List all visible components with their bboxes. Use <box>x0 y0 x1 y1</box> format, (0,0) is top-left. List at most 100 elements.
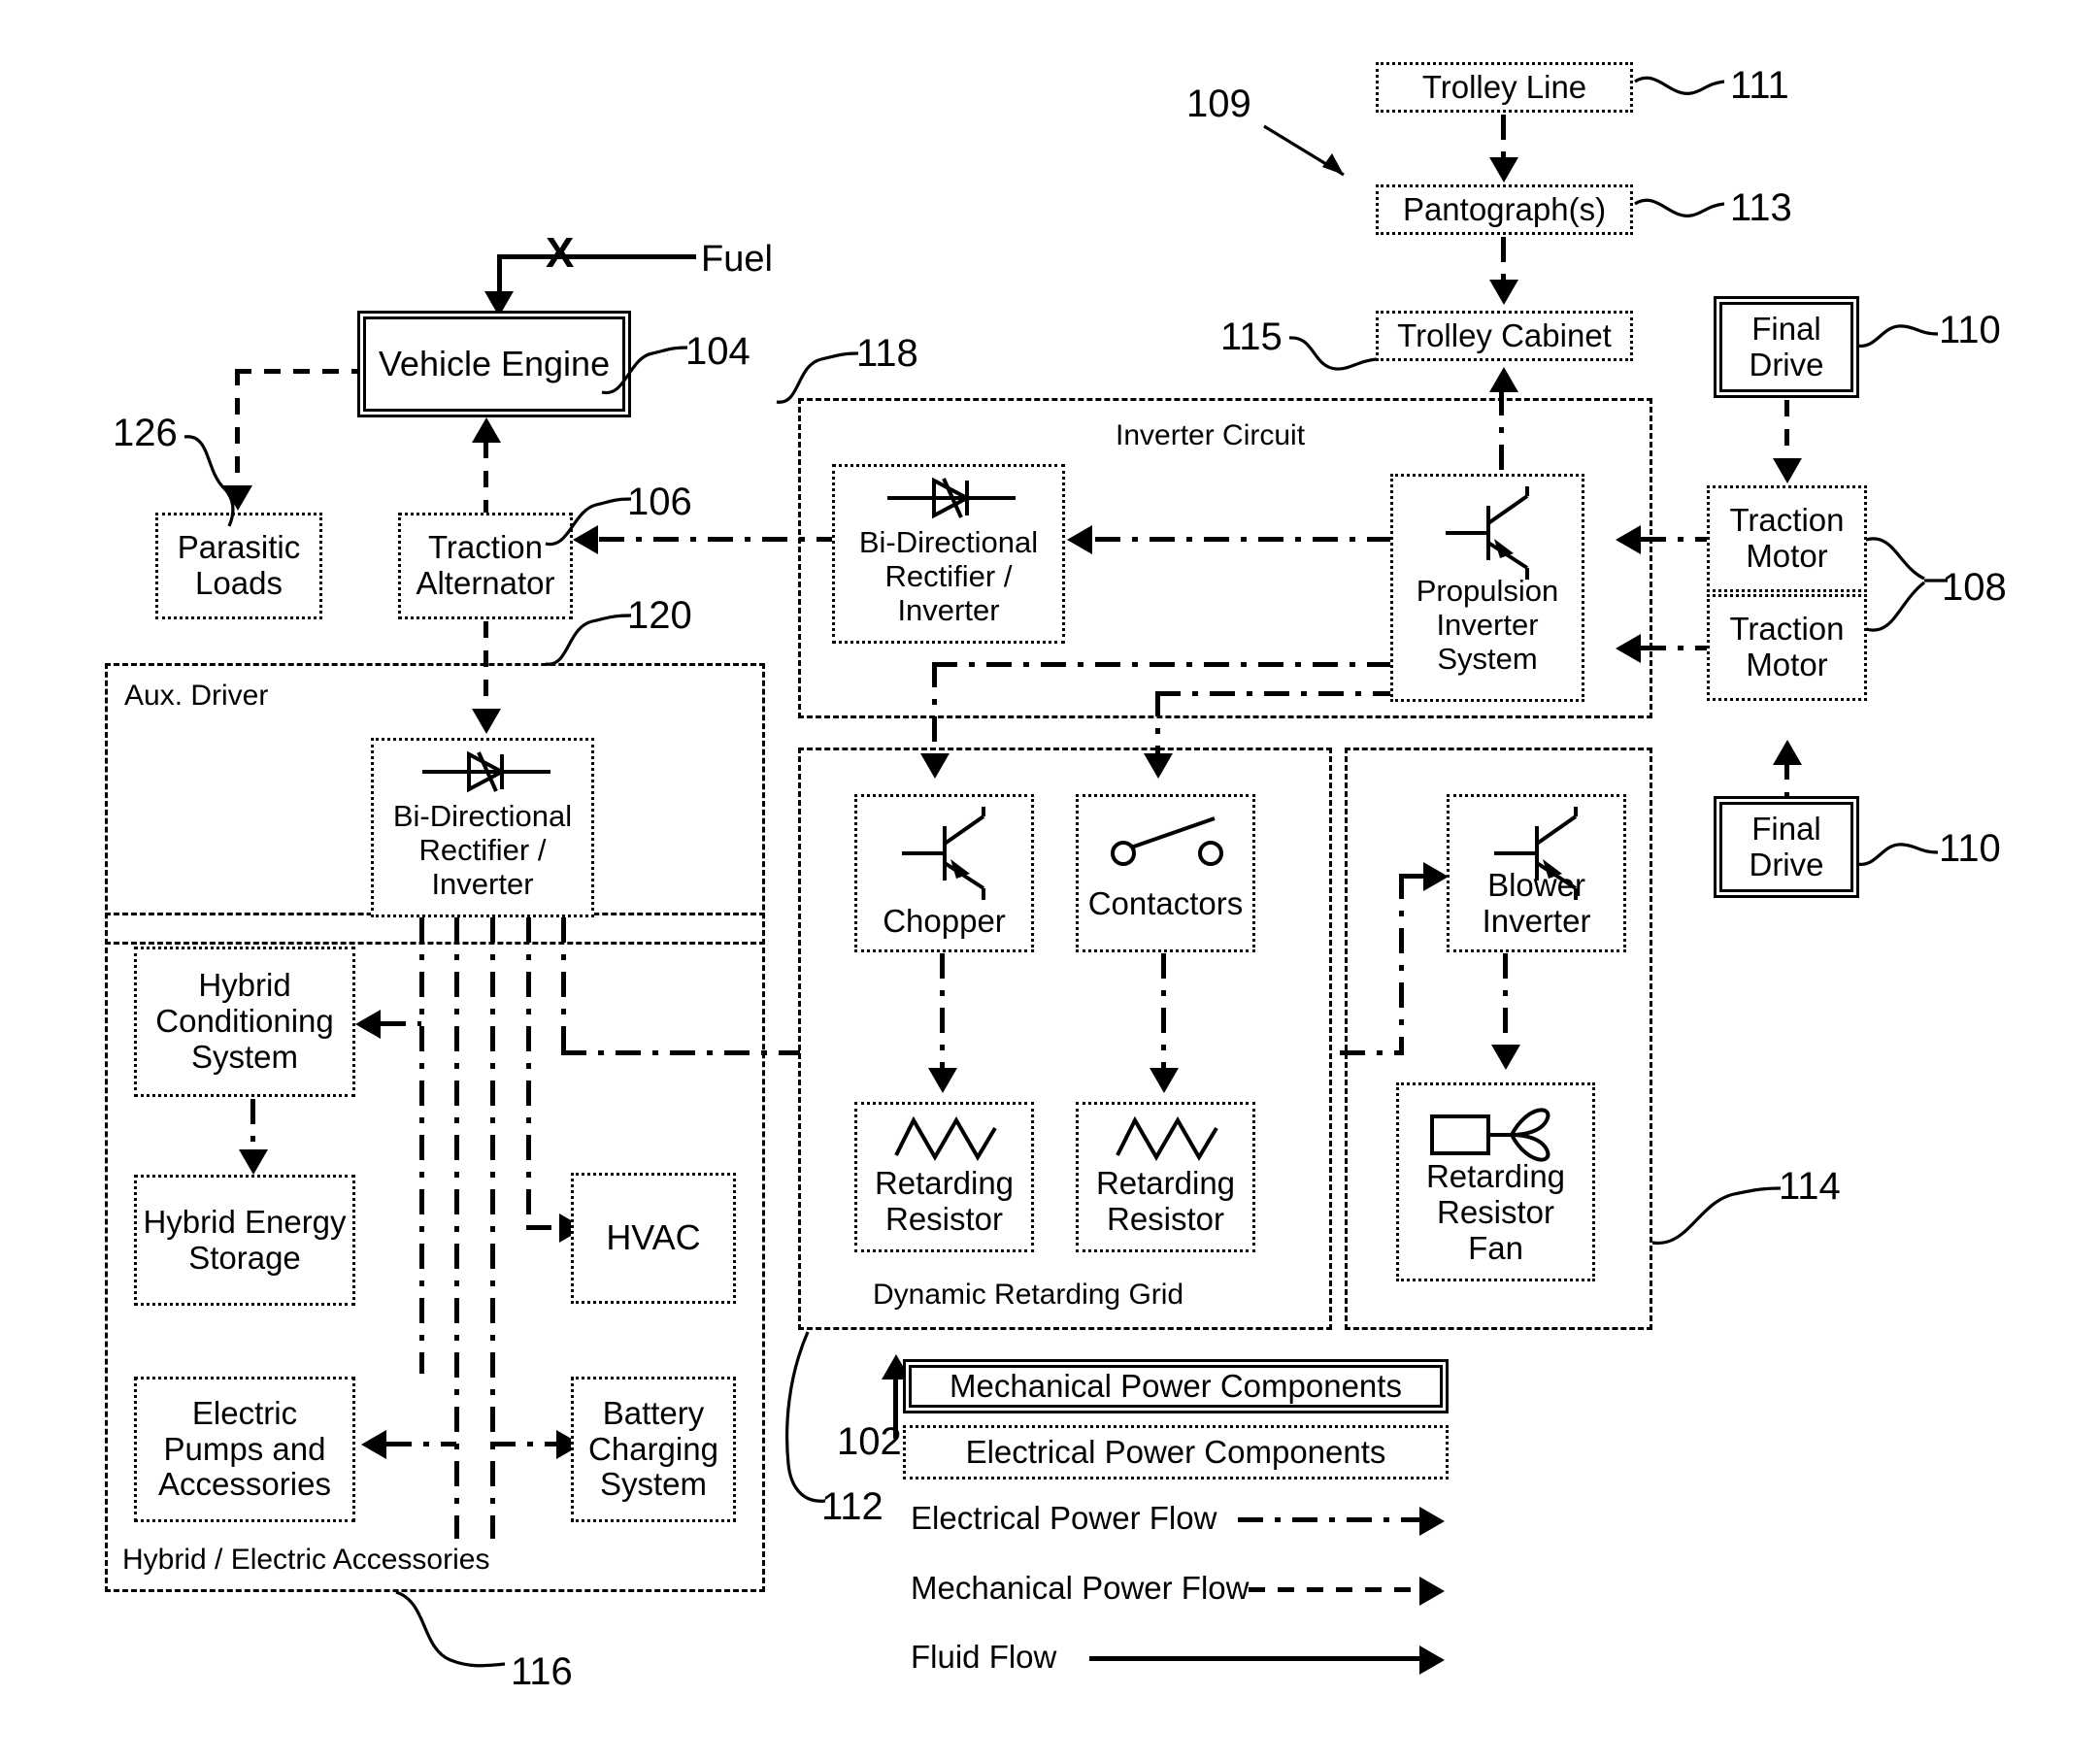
region-aux-driver-label: Aux. Driver <box>118 680 275 713</box>
transistor-icon <box>902 807 985 900</box>
arrow-propulsion-to-bidir <box>1067 525 1092 554</box>
block-trolley-cabinet[interactable]: Trolley Cabinet <box>1376 311 1633 361</box>
ref-120: 120 <box>627 594 692 637</box>
block-electric-pumps-accessories[interactable]: Electric Pumps and Accessories <box>134 1377 355 1522</box>
legend-electrical-components-label: Electrical Power Components <box>965 1434 1386 1470</box>
block-contactors[interactable]: Contactors <box>1076 794 1255 952</box>
region-hybrid-electric-accessories-label: Hybrid / Electric Accessories <box>117 1544 496 1577</box>
arrow-feed-contactors <box>1144 753 1173 779</box>
figure-canvas: Inverter Circuit Aux. Driver Hybrid / El… <box>0 0 2100 1762</box>
feed-blower-v <box>1399 874 1404 1053</box>
diode-bidirectional-icon <box>887 477 1016 519</box>
transistor-icon <box>1446 486 1529 580</box>
flow-blower-to-fan <box>1503 953 1508 1050</box>
legend-electrical-flow-label: Electrical Power Flow <box>911 1500 1217 1536</box>
leader-108 <box>1865 537 1948 632</box>
leader-109 <box>1263 124 1345 177</box>
block-vehicle-engine-label: Vehicle Engine <box>378 343 611 383</box>
block-blower-inverter[interactable]: Blower Inverter <box>1447 794 1626 952</box>
ref-109: 109 <box>1186 83 1251 125</box>
block-propulsion-inverter-system[interactable]: Propulsion Inverter System <box>1390 474 1584 702</box>
block-bidirectional-rectifier-inverter-main[interactable]: Bi-Directional Rectifier / Inverter <box>832 464 1065 644</box>
block-final-drive-top-label: Final <box>1751 310 1821 347</box>
leader-120 <box>545 614 632 666</box>
legend-fluid-flow-label: Fluid Flow <box>911 1639 1057 1675</box>
flow-conditioning-to-storage <box>250 1099 255 1157</box>
block-retarding-resistor-fan[interactable]: Retarding Resistor Fan <box>1396 1082 1595 1281</box>
ref-118: 118 <box>856 332 918 375</box>
block-final-drive-top[interactable]: Final Drive <box>1714 296 1859 398</box>
flow-propulsion-to-bidir <box>1095 537 1390 542</box>
block-retarding-resistor-2[interactable]: Retarding Resistor <box>1076 1102 1255 1252</box>
leader-114 <box>1651 1186 1782 1246</box>
leader-110-top <box>1855 324 1939 348</box>
flow-bidir-to-alternator <box>599 537 832 542</box>
block-bidirectional-rectifier-inverter-aux[interactable]: Bi-Directional Rectifier / Inverter <box>371 738 594 917</box>
block-final-drive-bottom[interactable]: Final Drive <box>1714 796 1859 898</box>
switch-contactor-icon <box>1111 816 1223 866</box>
leader-111 <box>1634 76 1725 95</box>
arrow-trolleyline-to-pantograph <box>1489 157 1518 183</box>
arrow-finaldrive-bottom-to-motor2 <box>1773 740 1802 765</box>
block-chopper[interactable]: Chopper <box>854 794 1034 952</box>
block-hvac[interactable]: HVAC <box>571 1173 736 1304</box>
transistor-icon <box>1494 807 1578 900</box>
legend-mechanical-components-label: Mechanical Power Components <box>950 1368 1402 1404</box>
arrow-motor2-to-inverter <box>1616 634 1641 663</box>
ref-106: 106 <box>627 481 692 523</box>
resistor-zigzag-icon <box>1116 1115 1218 1161</box>
block-contactors-label: Contactors <box>1087 885 1244 922</box>
ref-114: 114 <box>1779 1165 1841 1208</box>
bus-aux-4 <box>526 917 531 1228</box>
block-battery-charging-system[interactable]: Battery Charging System <box>571 1377 736 1522</box>
block-trolley-cabinet-label: Trolley Cabinet <box>1397 316 1612 353</box>
flow-finaldrive-to-motor1 <box>1784 400 1789 466</box>
ref-116: 116 <box>511 1650 573 1693</box>
fuel-line <box>497 254 696 259</box>
flow-alternator-to-engine <box>483 442 488 515</box>
leader-106 <box>545 497 632 547</box>
block-trolley-line[interactable]: Trolley Line <box>1376 62 1633 113</box>
feed-blower-h <box>1340 1050 1404 1055</box>
fuel-label: Fuel <box>701 239 773 280</box>
block-traction-motor-1[interactable]: Traction Motor <box>1707 485 1867 592</box>
feed-retarding-v1 <box>932 662 937 759</box>
flow-bus-to-battery-charging <box>490 1442 560 1446</box>
legend-electrical-flow-line <box>1238 1517 1422 1522</box>
arrow-bus-to-hybrid-conditioning <box>355 1010 381 1039</box>
legend-mechanical-flow-line <box>1249 1587 1423 1592</box>
motor-fan-icon <box>1430 1108 1550 1162</box>
flow-bus-to-hvac <box>526 1225 563 1230</box>
feed-blower-h2 <box>1399 874 1426 879</box>
ref-112: 112 <box>821 1485 883 1528</box>
flow-motor2-to-inverter <box>1641 646 1707 650</box>
bus-aux-5-branch <box>561 1050 800 1055</box>
block-hybrid-conditioning-system[interactable]: Hybrid Conditioning System <box>134 947 355 1097</box>
diode-bidirectional-icon <box>422 750 550 793</box>
legend-mechanical-flow-label: Mechanical Power Flow <box>911 1570 1250 1606</box>
feed-retarding-h1 <box>932 662 1393 667</box>
block-vehicle-engine[interactable]: Vehicle Engine <box>357 311 631 417</box>
flow-engine-to-parasitic-h <box>235 369 359 374</box>
block-traction-motor-2[interactable]: Traction Motor <box>1707 594 1867 701</box>
block-hybrid-energy-storage[interactable]: Hybrid Energy Storage <box>134 1175 355 1306</box>
fuel-cross-mark: X <box>546 229 575 277</box>
ref-110-bottom: 110 <box>1939 827 2001 870</box>
legend-electrical-flow-arrow <box>1419 1507 1445 1536</box>
block-pantographs-label: Pantograph(s) <box>1402 190 1607 227</box>
bus-aux-5 <box>561 917 566 1053</box>
arrow-finaldrive-to-motor1 <box>1773 458 1802 483</box>
block-pantographs[interactable]: Pantograph(s) <box>1376 184 1633 235</box>
arrow-alternator-to-engine <box>472 417 501 443</box>
leader-115 <box>1288 336 1378 371</box>
flow-motor1-to-inverter <box>1641 537 1707 542</box>
arrow-motor1-to-inverter <box>1616 525 1641 554</box>
flow-chopper-to-resistor1 <box>940 953 945 1075</box>
block-retarding-resistor-1[interactable]: Retarding Resistor <box>854 1102 1034 1252</box>
ref-102: 102 <box>837 1420 902 1463</box>
arrow-blower-to-fan <box>1491 1045 1520 1070</box>
region-dynamic-retarding-grid-label: Dynamic Retarding Grid <box>867 1279 1190 1312</box>
flow-contactors-to-resistor2 <box>1161 953 1166 1075</box>
leader-104 <box>601 346 688 395</box>
arrow-chopper-to-resistor1 <box>928 1068 957 1093</box>
